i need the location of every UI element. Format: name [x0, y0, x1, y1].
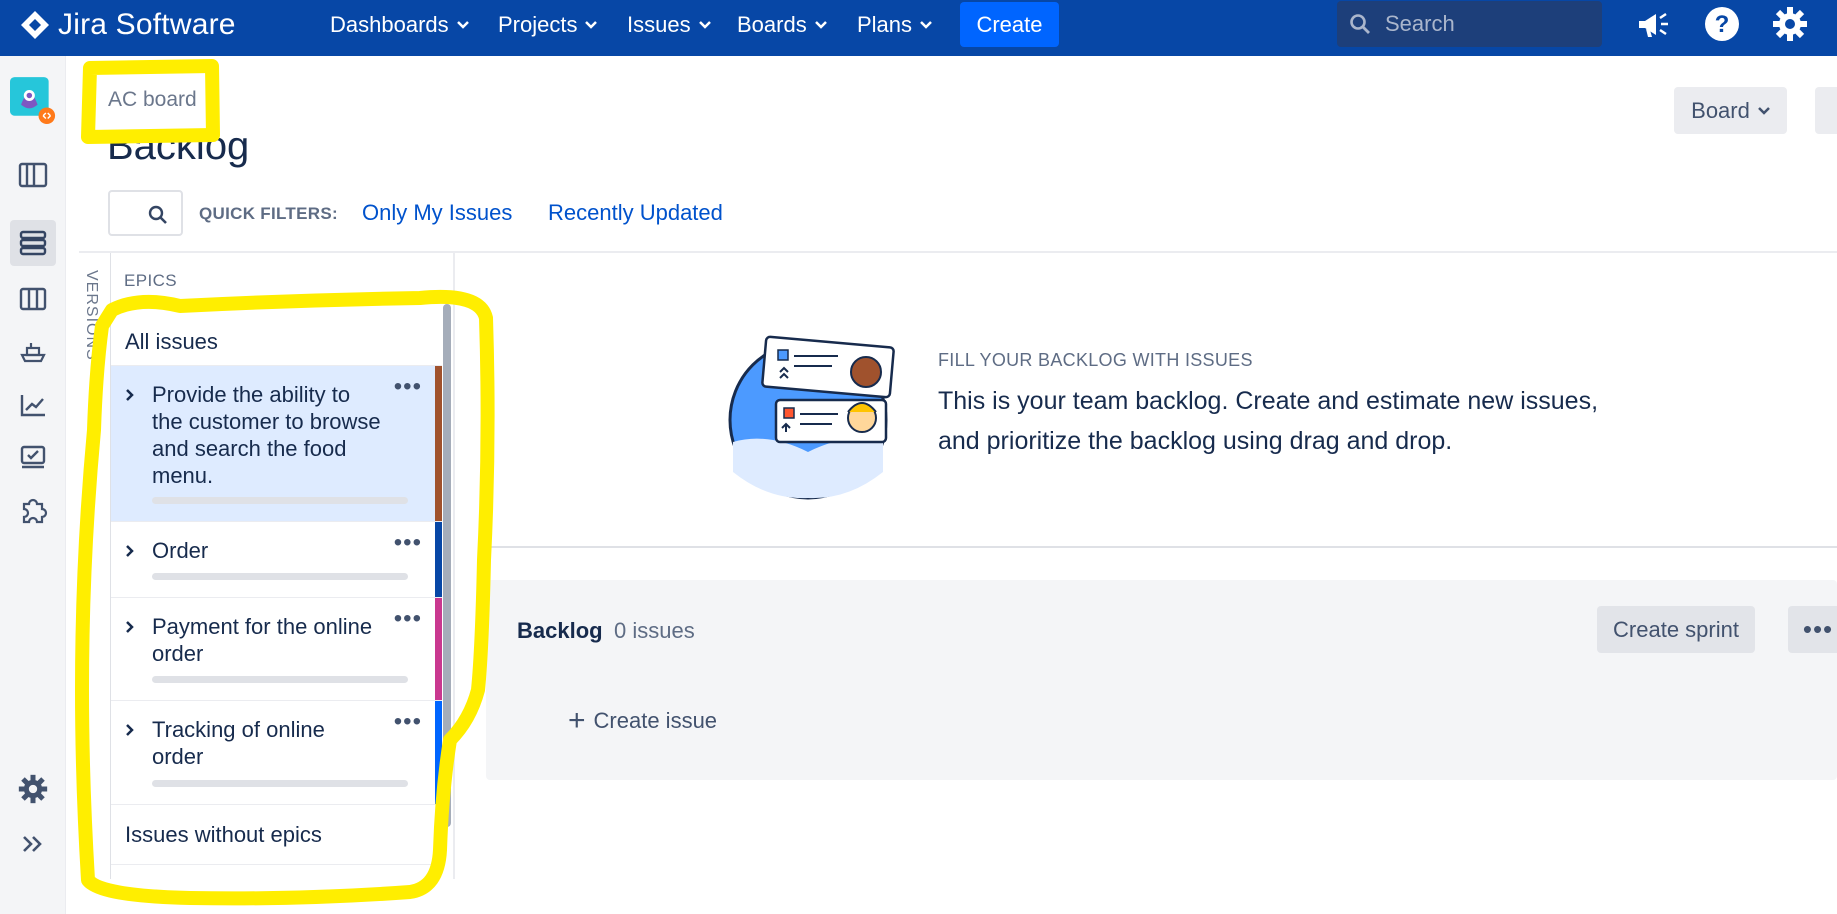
divider [453, 253, 455, 879]
project-settings-gear-icon[interactable] [10, 766, 56, 812]
chevron-right-icon[interactable] [125, 544, 135, 558]
epic-progress-bar [152, 573, 408, 580]
divider [79, 251, 1837, 253]
chevron-right-icon[interactable] [125, 388, 135, 402]
epics-heading: EPICS [124, 271, 178, 290]
chevron-down-icon [698, 21, 711, 29]
epic-progress-bar [152, 780, 408, 787]
add-ons-puzzle-icon[interactable] [10, 488, 56, 534]
chevron-down-icon [456, 21, 469, 29]
releases-ship-icon[interactable] [10, 329, 56, 375]
chevron-down-icon [814, 21, 827, 29]
reports-chart-icon[interactable] [10, 382, 56, 428]
search-icon [148, 205, 167, 224]
chevron-right-icon[interactable] [125, 723, 135, 737]
epic-item[interactable]: Tracking of online order ••• [111, 701, 442, 805]
breadcrumb[interactable]: AC board [108, 88, 197, 112]
divider [486, 546, 1837, 548]
epic-more-button[interactable]: ••• [394, 710, 422, 734]
epic-progress-bar [152, 676, 408, 683]
plus-icon: + [568, 704, 586, 737]
nav-plans[interactable]: Plans [857, 0, 932, 50]
epic-more-button[interactable]: ••• [394, 607, 422, 631]
nav-plans-label: Plans [857, 12, 913, 37]
backlog-icon[interactable] [10, 220, 56, 266]
backlog-search-input[interactable] [108, 190, 183, 236]
expand-sidebar-icon[interactable] [10, 821, 56, 867]
active-sprints-board-icon[interactable] [10, 276, 56, 322]
epics-scrollbar[interactable] [443, 304, 451, 827]
nav-boards-label: Boards [737, 12, 807, 37]
nav-projects-label: Projects [498, 12, 578, 37]
nav-boards[interactable]: Boards [737, 0, 827, 50]
project-avatar[interactable] [10, 77, 56, 124]
epic-color-stripe [435, 598, 442, 700]
product-name: Jira Software [58, 8, 236, 41]
chevron-down-icon [1757, 106, 1770, 115]
epic-title: Order [152, 538, 209, 563]
search-input[interactable]: Search [1337, 1, 1602, 47]
search-placeholder: Search [1385, 11, 1455, 36]
backlog-container: Backlog 0 issues Create sprint ••• + Cre… [486, 580, 1837, 780]
nav-projects[interactable]: Projects [498, 0, 598, 50]
filter-only-my-issues[interactable]: Only My Issues [362, 200, 512, 226]
epic-filter-all-issues[interactable]: All issues [111, 318, 442, 366]
notifications-megaphone-icon[interactable] [1633, 4, 1673, 44]
settings-gear-icon[interactable] [1770, 4, 1810, 44]
board-dropdown-button[interactable]: Board [1674, 87, 1787, 134]
epic-title: Tracking of online order [152, 717, 325, 769]
board-more-button[interactable] [1815, 87, 1837, 134]
chevron-down-icon [585, 21, 598, 29]
jira-logo[interactable]: Jira Software [20, 0, 236, 50]
epic-title: Payment for the online order [152, 614, 373, 666]
create-button[interactable]: Create [960, 2, 1059, 47]
epic-more-button[interactable]: ••• [394, 375, 422, 399]
epic-filter-issues-without-epics[interactable]: Issues without epics [111, 805, 442, 865]
search-icon [1350, 14, 1370, 34]
backlog-more-button[interactable]: ••• [1788, 606, 1837, 653]
board-button-label: Board [1691, 97, 1750, 123]
versions-tab-label: VERSIONS [83, 270, 100, 361]
epic-item[interactable]: Order ••• [111, 522, 442, 598]
jira-diamond-icon [21, 11, 49, 39]
epic-progress-bar [152, 497, 408, 504]
backlog-illustration [728, 335, 895, 500]
issues-checklist-icon[interactable] [10, 435, 56, 481]
epic-item[interactable]: Payment for the online order ••• [111, 598, 442, 701]
chevron-down-icon [920, 21, 932, 29]
page-title: Backlog [107, 124, 250, 168]
filter-recently-updated[interactable]: Recently Updated [548, 200, 723, 226]
empty-state-text: This is your team backlog. Create and es… [938, 387, 1599, 455]
backlog-issue-count: 0 issues [614, 618, 695, 643]
chevron-right-icon[interactable] [125, 620, 135, 634]
create-sprint-button[interactable]: Create sprint [1597, 606, 1755, 653]
nav-dashboards-label: Dashboards [330, 12, 449, 37]
epic-color-stripe [435, 522, 442, 597]
empty-state-heading: FILL YOUR BACKLOG WITH ISSUES [938, 350, 1253, 370]
nav-issues[interactable]: Issues [627, 0, 711, 50]
svg-text:?: ? [1715, 11, 1730, 38]
epic-title: Provide the ability to the customer to b… [152, 382, 381, 488]
epic-color-stripe [435, 366, 442, 521]
nav-dashboards[interactable]: Dashboards [330, 0, 469, 50]
backlog-title: Backlog [517, 618, 603, 643]
epic-item[interactable]: Provide the ability to the customer to b… [111, 366, 442, 522]
top-navigation-bar: Jira Software Dashboards Projects Issues… [0, 0, 1837, 56]
versions-tab[interactable]: VERSIONS [80, 270, 102, 370]
help-icon[interactable]: ? [1702, 4, 1742, 44]
epic-color-stripe [435, 701, 442, 804]
nav-issues-label: Issues [627, 12, 691, 37]
roadmap-icon[interactable] [10, 152, 56, 198]
create-issue-button[interactable]: + Create issue [568, 704, 718, 737]
epic-more-button[interactable]: ••• [394, 531, 422, 555]
create-issue-label: Create issue [593, 708, 718, 733]
quick-filters-label: QUICK FILTERS: [199, 204, 338, 223]
project-sidebar [0, 56, 66, 914]
